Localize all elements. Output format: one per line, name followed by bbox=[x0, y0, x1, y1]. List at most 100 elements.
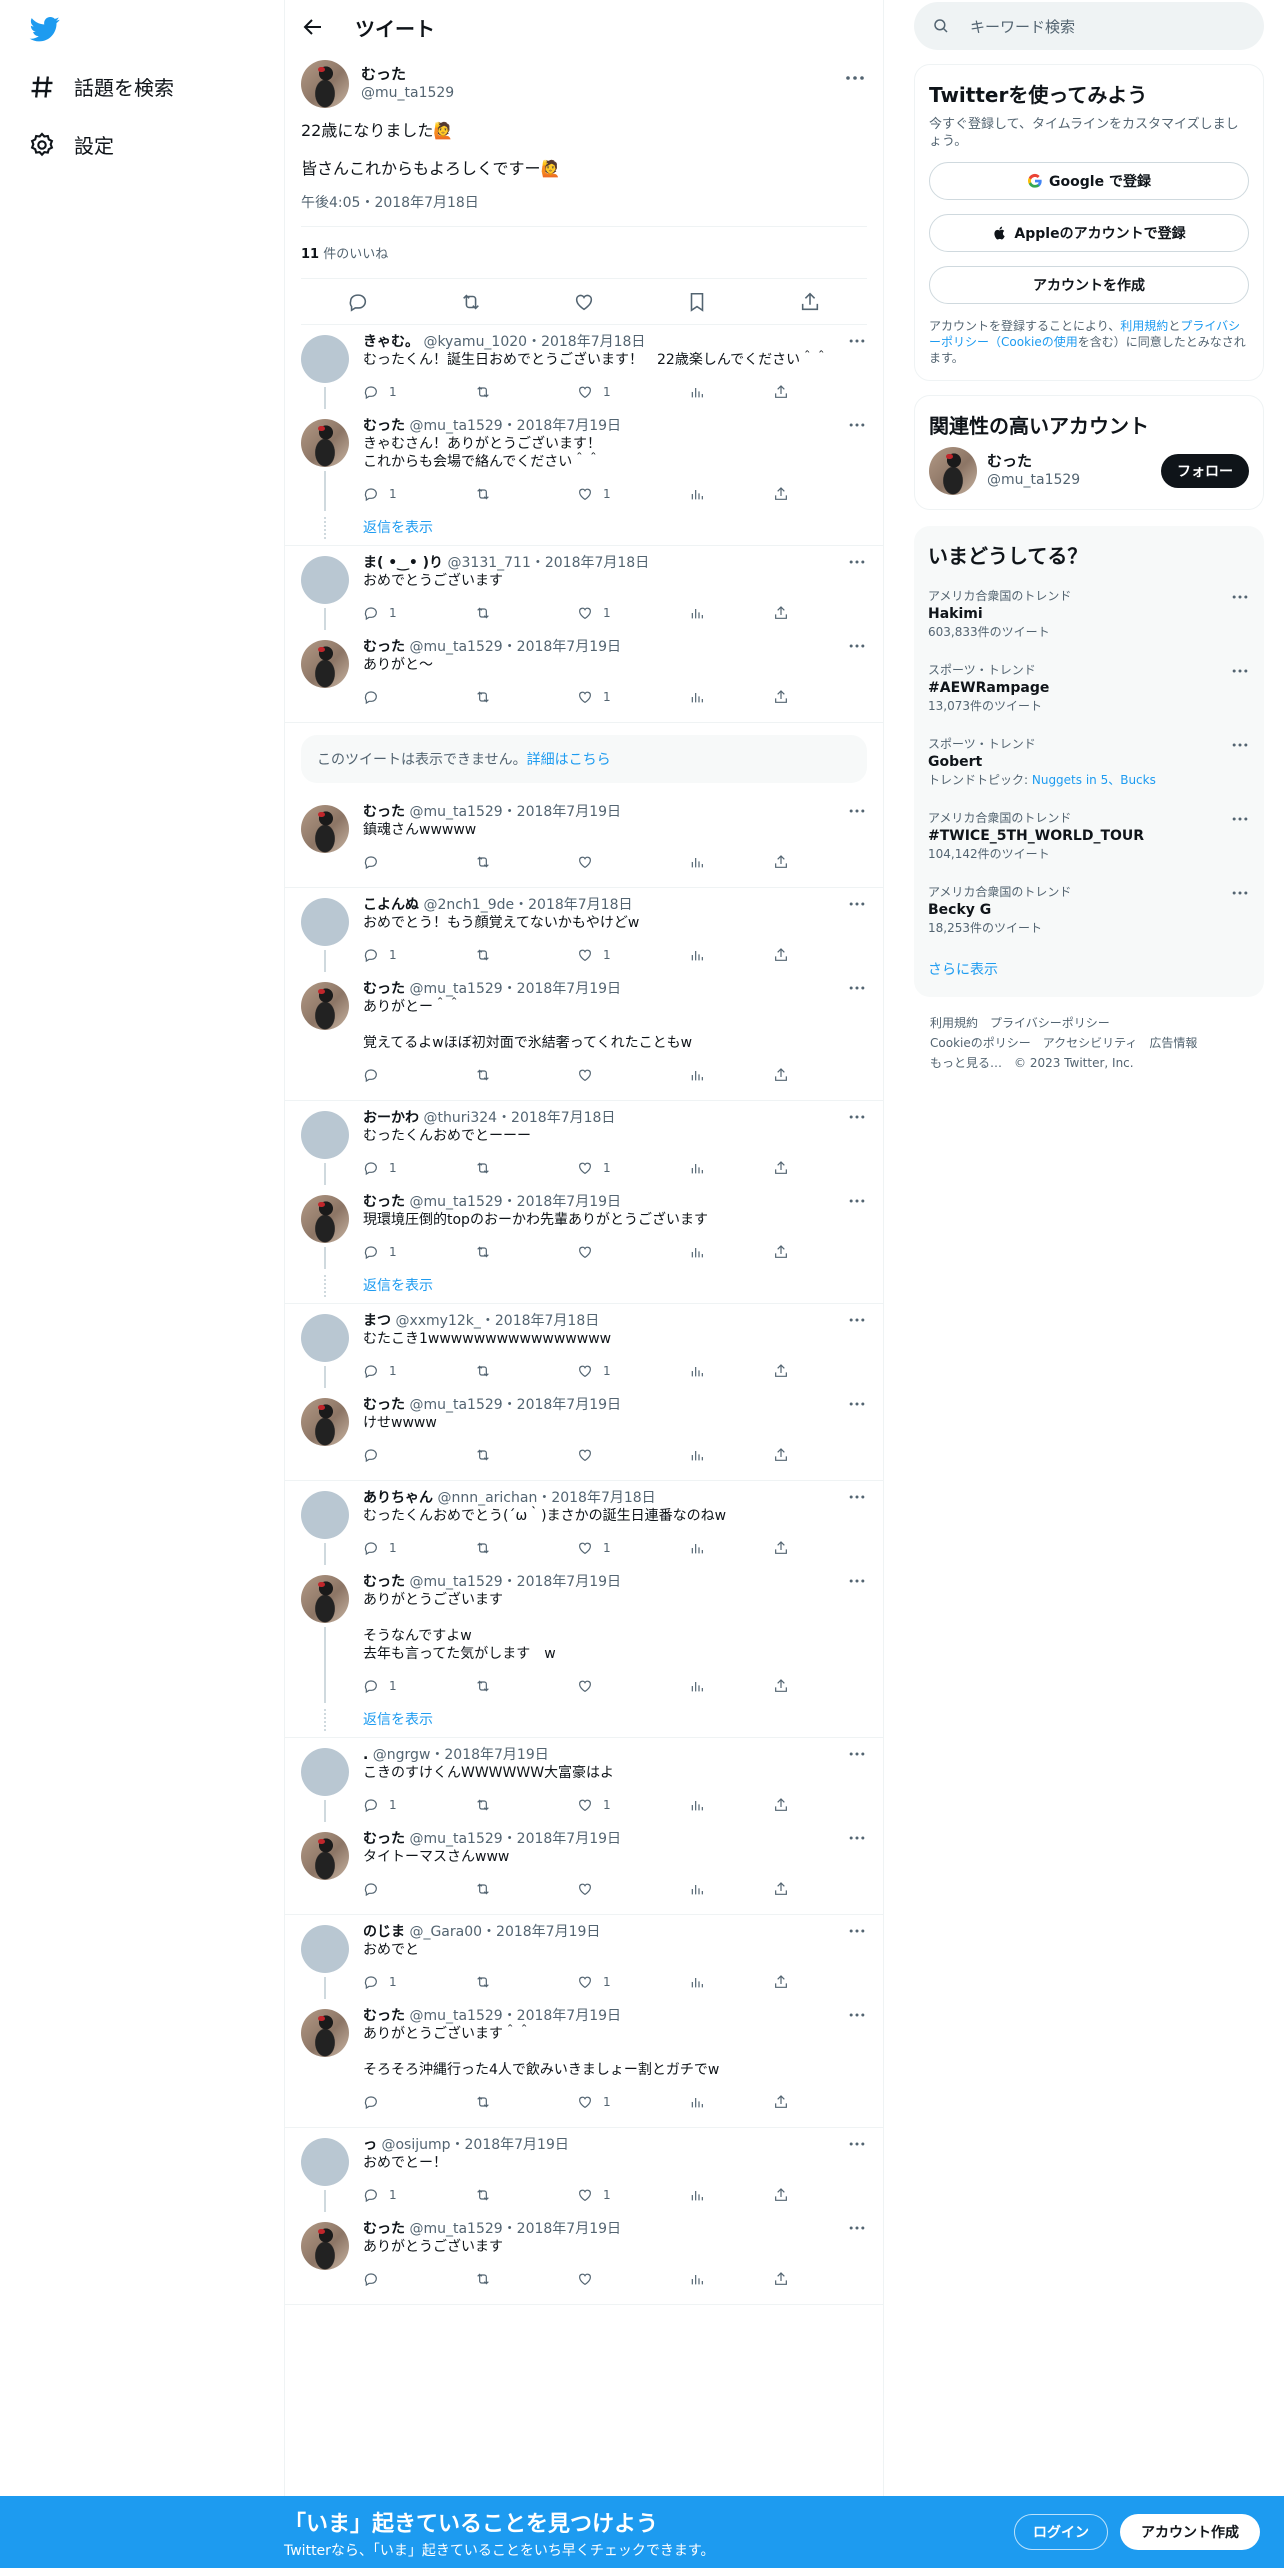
reply-tweet[interactable]: むった @mu_ta1529・2018年7月19日 けせwwww bbox=[285, 1388, 883, 1472]
share-action[interactable] bbox=[773, 1797, 799, 1813]
reply-action[interactable]: 1 bbox=[363, 605, 397, 621]
reply-action[interactable]: 1 bbox=[363, 1678, 397, 1694]
avatar[interactable] bbox=[301, 1314, 349, 1362]
reply-date[interactable]: ・2018年7月19日 bbox=[430, 1747, 548, 1763]
avatar[interactable] bbox=[301, 1925, 349, 1973]
share-action[interactable] bbox=[773, 1067, 799, 1083]
retweet-action[interactable] bbox=[475, 1244, 501, 1260]
views-action[interactable] bbox=[689, 947, 715, 963]
reply-date[interactable]: ・2018年7月19日 bbox=[451, 2137, 569, 2153]
views-action[interactable] bbox=[689, 2187, 715, 2203]
reply-author-handle[interactable]: @mu_ta1529 bbox=[409, 2008, 502, 2024]
author-name[interactable]: むった bbox=[361, 65, 454, 84]
reply-action[interactable] bbox=[363, 1447, 389, 1463]
views-action[interactable] bbox=[689, 486, 715, 502]
views-action[interactable] bbox=[689, 605, 715, 621]
retweet-action[interactable] bbox=[475, 947, 501, 963]
reply-icon[interactable] bbox=[347, 291, 369, 313]
avatar[interactable] bbox=[301, 2222, 349, 2270]
views-action[interactable] bbox=[689, 1974, 715, 1990]
nav-explore[interactable]: 話題を検索 bbox=[28, 72, 174, 101]
views-action[interactable] bbox=[689, 2094, 715, 2110]
reply-tweet[interactable]: のじま @_Gara00・2018年7月19日 おめでと 1 1 bbox=[285, 1915, 883, 1999]
reply-tweet[interactable]: むった @mu_ta1529・2018年7月19日 ありがとうございます bbox=[285, 2212, 883, 2296]
like-action[interactable] bbox=[577, 1881, 603, 1897]
reply-tweet[interactable]: ありちゃん @nnn_arichan・2018年7月18日 むったくんおめでとう(… bbox=[285, 1481, 883, 1565]
reply-author-name[interactable]: むった bbox=[363, 1397, 405, 1413]
search-box[interactable]: キーワード検索 bbox=[914, 2, 1264, 50]
more-options-icon[interactable] bbox=[847, 2134, 867, 2154]
share-action[interactable] bbox=[773, 486, 799, 502]
share-action[interactable] bbox=[773, 689, 799, 705]
footer-ads[interactable]: 広告情報 bbox=[1149, 1036, 1197, 1050]
tweet-timestamp[interactable]: 午後4:05・2018年7月18日 bbox=[301, 192, 867, 227]
share-action[interactable] bbox=[773, 1678, 799, 1694]
reply-tweet[interactable]: むった @mu_ta1529・2018年7月19日 タイトーマスさんwww bbox=[285, 1822, 883, 1906]
reply-author-handle[interactable]: @kyamu_1020 bbox=[423, 334, 527, 350]
reply-author-handle[interactable]: @osijump bbox=[381, 2137, 450, 2153]
share-action[interactable] bbox=[773, 1540, 799, 1556]
reply-author-handle[interactable]: @mu_ta1529 bbox=[409, 2221, 502, 2237]
more-options-icon[interactable] bbox=[843, 66, 867, 90]
retweet-action[interactable] bbox=[475, 1160, 501, 1176]
reply-date[interactable]: ・2018年7月19日 bbox=[503, 418, 621, 434]
footer-accessibility[interactable]: アクセシビリティ bbox=[1043, 1036, 1138, 1050]
reply-action[interactable]: 1 bbox=[363, 1244, 397, 1260]
retweet-action[interactable] bbox=[475, 1797, 501, 1813]
reply-author-name[interactable]: むった bbox=[363, 804, 405, 820]
avatar[interactable] bbox=[301, 982, 349, 1030]
like-action[interactable]: 1 bbox=[577, 2094, 611, 2110]
retweet-action[interactable] bbox=[475, 1540, 501, 1556]
avatar[interactable] bbox=[301, 805, 349, 853]
more-options-icon[interactable] bbox=[1230, 587, 1250, 607]
like-action[interactable] bbox=[577, 2271, 603, 2287]
reply-author-handle[interactable]: @mu_ta1529 bbox=[409, 1574, 502, 1590]
avatar[interactable] bbox=[929, 447, 977, 495]
more-options-icon[interactable] bbox=[847, 331, 867, 351]
avatar[interactable] bbox=[301, 2138, 349, 2186]
reply-tweet[interactable]: まつ @xxmy12k_・2018年7月18日 むたこき1wwwwwwwwwwww… bbox=[285, 1304, 883, 1388]
more-options-icon[interactable] bbox=[847, 1571, 867, 1591]
reply-author-name[interactable]: むった bbox=[363, 981, 405, 997]
more-options-icon[interactable] bbox=[847, 1487, 867, 1507]
avatar[interactable] bbox=[301, 2009, 349, 2057]
more-options-icon[interactable] bbox=[847, 2218, 867, 2238]
reply-author-handle[interactable]: @nnn_arichan bbox=[437, 1490, 537, 1506]
trend-item[interactable]: アメリカ合衆国のトレンド #TWICE_5TH_WORLD_TOUR 104,142… bbox=[928, 799, 1250, 873]
like-action[interactable]: 1 bbox=[577, 1363, 611, 1379]
more-options-icon[interactable] bbox=[847, 2005, 867, 2025]
avatar[interactable] bbox=[301, 1111, 349, 1159]
reply-date[interactable]: ・2018年7月19日 bbox=[503, 1831, 621, 1847]
more-options-icon[interactable] bbox=[847, 1310, 867, 1330]
reply-author-handle[interactable]: @xxmy12k_ bbox=[395, 1313, 480, 1329]
footer-cookie[interactable]: Cookieのポリシー bbox=[930, 1036, 1031, 1050]
avatar[interactable] bbox=[301, 1748, 349, 1796]
reply-author-name[interactable]: むった bbox=[363, 2221, 405, 2237]
views-action[interactable] bbox=[689, 1881, 715, 1897]
reply-author-name[interactable]: むった bbox=[363, 639, 405, 655]
reply-tweet[interactable]: むった @mu_ta1529・2018年7月19日 ありがとうございます＾＾ そろ… bbox=[285, 1999, 883, 2119]
avatar[interactable] bbox=[301, 1832, 349, 1880]
reply-author-name[interactable]: . bbox=[363, 1747, 368, 1763]
more-options-icon[interactable] bbox=[847, 1107, 867, 1127]
reply-author-name[interactable]: まつ bbox=[363, 1313, 391, 1329]
show-replies-link[interactable]: 返信を表示 bbox=[285, 1269, 883, 1303]
avatar[interactable] bbox=[301, 60, 349, 108]
trend-topics[interactable]: Nuggets in 5、Bucks bbox=[1032, 773, 1156, 787]
reply-action[interactable] bbox=[363, 2094, 389, 2110]
more-options-icon[interactable] bbox=[847, 801, 867, 821]
show-more-trends[interactable]: さらに表示 bbox=[928, 947, 1250, 983]
more-options-icon[interactable] bbox=[1230, 809, 1250, 829]
reply-author-handle[interactable]: @mu_ta1529 bbox=[409, 1194, 502, 1210]
share-action[interactable] bbox=[773, 384, 799, 400]
like-action[interactable]: 1 bbox=[577, 2187, 611, 2203]
views-action[interactable] bbox=[689, 689, 715, 705]
more-options-icon[interactable] bbox=[847, 552, 867, 572]
reply-author-name[interactable]: ありちゃん bbox=[363, 1490, 433, 1506]
reply-author-name[interactable]: こよんぬ bbox=[363, 897, 419, 913]
more-options-icon[interactable] bbox=[1230, 883, 1250, 903]
reply-tweet[interactable]: きゃむ。 @kyamu_1020・2018年7月18日 むったくん！誕生日おめでと… bbox=[285, 325, 883, 409]
back-arrow-icon[interactable] bbox=[301, 15, 325, 39]
retweet-action[interactable] bbox=[475, 605, 501, 621]
more-options-icon[interactable] bbox=[1230, 661, 1250, 681]
